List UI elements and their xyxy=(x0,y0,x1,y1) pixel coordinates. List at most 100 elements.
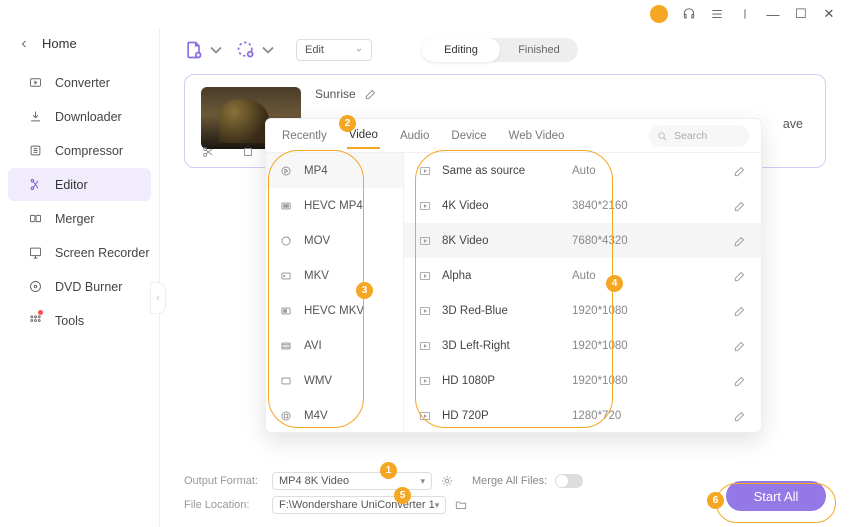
chevron-down-icon xyxy=(206,40,226,60)
sidebar-item-dvd[interactable]: DVD Burner xyxy=(8,270,151,303)
fmt-label: HEVC MP4 xyxy=(304,200,363,212)
preset-row[interactable]: Same as sourceAuto xyxy=(404,153,761,188)
edit-preset-icon[interactable] xyxy=(733,409,747,423)
preset-row[interactable]: 8K Video7680*4320 xyxy=(404,223,761,258)
divider-icon xyxy=(738,7,752,21)
preset-row[interactable]: AlphaAuto xyxy=(404,258,761,293)
menu-icon[interactable] xyxy=(710,7,724,21)
preset-row[interactable]: 4K Video3840*2160 xyxy=(404,188,761,223)
nav-label: Converter xyxy=(55,76,110,90)
search-icon xyxy=(657,131,668,142)
sidebar-item-compressor[interactable]: Compressor xyxy=(8,134,151,167)
preset-res: 1280*720 xyxy=(572,410,662,422)
titlebar: — ☐ ✕ xyxy=(0,0,850,28)
sidebar-item-editor[interactable]: Editor xyxy=(8,168,151,201)
fmt-label: HEVC MKV xyxy=(304,305,364,317)
edit-icon[interactable] xyxy=(364,87,378,101)
maximize-button[interactable]: ☐ xyxy=(794,6,808,22)
fmt-mkv[interactable]: MKV xyxy=(266,258,403,293)
start-all-button[interactable]: Start All xyxy=(726,481,826,511)
location-label: File Location: xyxy=(184,499,264,511)
sidebar-item-merger[interactable]: Merger xyxy=(8,202,151,235)
chevron-down-icon xyxy=(355,46,363,54)
nav-label: Editor xyxy=(55,178,88,192)
step-badge-1: 1 xyxy=(380,462,397,479)
seg-editing[interactable]: Editing xyxy=(422,38,500,62)
preset-row[interactable]: HD 1080P1920*1080 xyxy=(404,363,761,398)
crop-icon[interactable] xyxy=(241,145,255,159)
headset-icon[interactable] xyxy=(682,7,696,21)
nav-label: DVD Burner xyxy=(55,280,122,294)
tab-webvideo[interactable]: Web Video xyxy=(507,124,567,148)
nav-label: Compressor xyxy=(55,144,123,158)
edit-preset-icon[interactable] xyxy=(733,374,747,388)
edit-preset-icon[interactable] xyxy=(733,164,747,178)
preset-name: 3D Red-Blue xyxy=(442,305,572,317)
tab-recently[interactable]: Recently xyxy=(280,124,329,148)
fmt-label: WMV xyxy=(304,375,332,387)
fmt-label: MP4 xyxy=(304,165,328,177)
tab-device[interactable]: Device xyxy=(449,124,488,148)
sidebar-item-recorder[interactable]: Screen Recorder xyxy=(8,236,151,269)
preset-res: 1920*1080 xyxy=(572,305,662,317)
tab-audio[interactable]: Audio xyxy=(398,124,431,148)
step-badge-6: 6 xyxy=(707,492,724,509)
preset-row[interactable]: HD 720P1280*720 xyxy=(404,398,761,432)
save-label: ave xyxy=(783,117,803,131)
output-value: MP4 8K Video xyxy=(279,475,349,487)
chevron-down-icon: ▾ xyxy=(420,476,425,487)
fmt-label: AVI xyxy=(304,340,322,352)
fmt-avi[interactable]: AVI xyxy=(266,328,403,363)
sidebar-item-tools[interactable]: Tools xyxy=(8,304,151,337)
search-input[interactable]: Search xyxy=(649,125,749,147)
preset-name: HD 1080P xyxy=(442,375,572,387)
home-link[interactable]: Home xyxy=(0,28,159,65)
add-circle-button[interactable] xyxy=(236,40,278,60)
add-file-button[interactable] xyxy=(184,40,226,60)
preset-row[interactable]: 3D Left-Right1920*1080 xyxy=(404,328,761,363)
gear-icon[interactable] xyxy=(440,474,454,488)
format-column: MP4 HEVC MP4 MOV MKV HEVC MKV AVI WMV M4… xyxy=(266,153,404,432)
sidebar-item-converter[interactable]: Converter xyxy=(8,66,151,99)
preset-res: 1920*1080 xyxy=(572,340,662,352)
fmt-mov[interactable]: MOV xyxy=(266,223,403,258)
edit-preset-icon[interactable] xyxy=(733,234,747,248)
fmt-wmv[interactable]: WMV xyxy=(266,363,403,398)
edit-preset-icon[interactable] xyxy=(733,339,747,353)
seg-finished[interactable]: Finished xyxy=(500,38,578,62)
play-icon xyxy=(418,409,432,423)
preset-name: 4K Video xyxy=(442,200,572,212)
scissors-icon[interactable] xyxy=(201,145,215,159)
file-location-select[interactable]: F:\Wondershare UniConverter 1▾ xyxy=(272,496,446,514)
sidebar-item-downloader[interactable]: Downloader xyxy=(8,100,151,133)
edit-preset-icon[interactable] xyxy=(733,199,747,213)
edit-preset-icon[interactable] xyxy=(733,269,747,283)
edit-select[interactable]: Edit xyxy=(296,39,372,61)
chevron-left-icon xyxy=(18,38,30,50)
step-badge-2: 2 xyxy=(339,115,356,132)
folder-icon[interactable] xyxy=(454,498,468,512)
output-format-select[interactable]: MP4 8K Video ▾ xyxy=(272,472,432,490)
close-button[interactable]: ✕ xyxy=(822,6,836,22)
fmt-hevcmkv[interactable]: HEVC MKV xyxy=(266,293,403,328)
preset-row[interactable]: 3D Red-Blue1920*1080 xyxy=(404,293,761,328)
chevron-down-icon xyxy=(258,40,278,60)
nav-label: Downloader xyxy=(55,110,122,124)
fmt-hevcmp4[interactable]: HEVC MP4 xyxy=(266,188,403,223)
preset-res: 3840*2160 xyxy=(572,200,662,212)
sidebar: Home Converter Downloader Compressor Edi… xyxy=(0,28,160,527)
merge-toggle[interactable] xyxy=(555,474,583,488)
play-icon xyxy=(418,304,432,318)
fmt-m4v[interactable]: M4V xyxy=(266,398,403,432)
preset-name: Same as source xyxy=(442,165,572,177)
file-name: Sunrise xyxy=(315,87,356,101)
format-dropdown: Recently Video Audio Device Web Video Se… xyxy=(265,118,762,433)
badge-dot-icon xyxy=(38,310,43,315)
fmt-mp4[interactable]: MP4 xyxy=(266,153,403,188)
minimize-button[interactable]: — xyxy=(766,7,780,22)
edit-preset-icon[interactable] xyxy=(733,304,747,318)
edit-icons xyxy=(201,145,255,159)
play-icon xyxy=(418,199,432,213)
chevron-down-icon: ▾ xyxy=(435,500,440,511)
avatar[interactable] xyxy=(650,5,668,23)
